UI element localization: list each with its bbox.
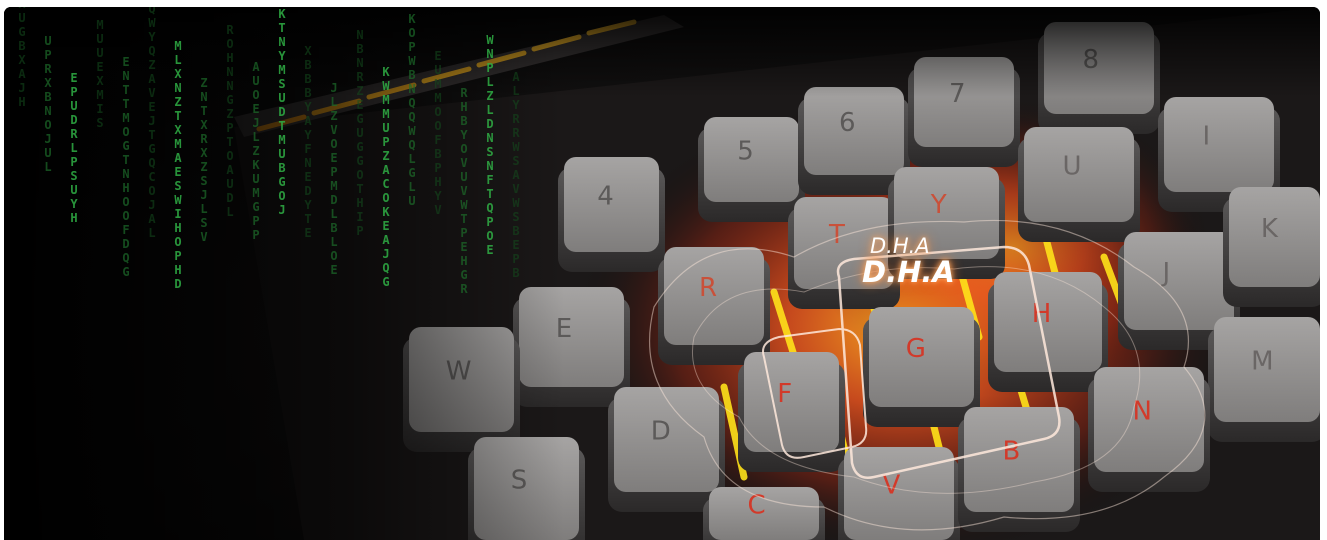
matrix-column: ENTTMOGTNHOOFDQG <box>119 55 133 279</box>
keycap-legend: J <box>1161 258 1171 288</box>
keycap: U <box>1018 127 1140 242</box>
keycap-top <box>1124 232 1234 330</box>
keycap: R <box>658 247 770 365</box>
keycap-legend: K <box>1261 214 1279 244</box>
matrix-column: KOPWBNQQWQLGLU <box>405 12 419 208</box>
keycap: G <box>863 307 980 427</box>
keycap-legend: Y <box>930 190 947 220</box>
matrix-column: QWYQZAVEJTGQCOJAL <box>145 7 159 240</box>
matrix-column: RHBYOVUVWTPEHGR <box>457 86 471 296</box>
matrix-column: UPRXBNOJUL <box>41 34 55 174</box>
keycap-legend: I <box>1203 122 1211 152</box>
keycap-legend: U <box>1063 152 1082 182</box>
keycap: C <box>703 487 825 540</box>
keycap: 6 <box>798 87 910 195</box>
keycap: H <box>988 272 1108 392</box>
keycap-legend: F <box>777 379 792 409</box>
logo-line-1: D.H.A <box>870 234 930 258</box>
matrix-column: EUMMOOFBPHYV <box>431 49 445 217</box>
keycap: K <box>1223 187 1320 307</box>
keycap-legend: R <box>699 273 717 303</box>
matrix-column: ZNTXRXZSJLSV <box>197 76 211 244</box>
logo-line-2: D.H.A <box>862 255 955 289</box>
matrix-column: JLZVOEPMDLBLOE <box>327 81 341 277</box>
matrix-column: ROHNNGZPTOAUDL <box>223 23 237 219</box>
keycap: 4 <box>558 157 665 272</box>
keycap-legend: T <box>828 220 845 250</box>
keycap-legend: 4 <box>597 182 614 212</box>
keycap-legend: 6 <box>839 108 856 138</box>
matrix-column: ALYRRWSAVWSBEPB <box>509 70 523 280</box>
keycap-legend: G <box>906 334 926 364</box>
matrix-column: XUGBXAJH <box>15 7 29 109</box>
keycap: D <box>608 387 725 512</box>
keycap: B <box>958 407 1080 532</box>
keycap-legend: M <box>1251 347 1273 377</box>
keycap: 5 <box>698 117 805 222</box>
keycap-legend: D <box>651 417 671 447</box>
matrix-column: KWMMUPZACOKEAJQG <box>379 65 393 289</box>
keycap-top <box>1164 97 1274 192</box>
matrix-column: XBBBYAYFNEDYTE <box>301 44 315 240</box>
hero-image: 56784TYUIRJKEGHMWFNDVBSC XUGBXAJHUPRXBNO… <box>4 7 1320 540</box>
matrix-column: WNPLZLDNSNFTQPOE <box>483 33 497 257</box>
matrix-column: MUUEXMIS <box>93 18 107 130</box>
keycap: M <box>1208 317 1320 442</box>
keycap: N <box>1088 367 1210 492</box>
keycap-legend: C <box>748 491 766 521</box>
keycap: F <box>738 352 845 472</box>
matrix-column: MLXNZTXMAESWIHOPHD <box>171 39 185 291</box>
matrix-column: AUOEJLZKUMGPP <box>249 60 263 242</box>
matrix-column: NBNRZEGUGGOTHIP <box>353 28 367 238</box>
dha-logo: D.H.A D.H.A <box>862 235 955 287</box>
keycap-legend: 5 <box>737 137 754 167</box>
keycap-legend: B <box>1003 437 1021 467</box>
matrix-column: KTNYMSUDTMUBGOJ <box>275 7 289 217</box>
matrix-column: EPUDRLPSUYH <box>67 71 81 225</box>
